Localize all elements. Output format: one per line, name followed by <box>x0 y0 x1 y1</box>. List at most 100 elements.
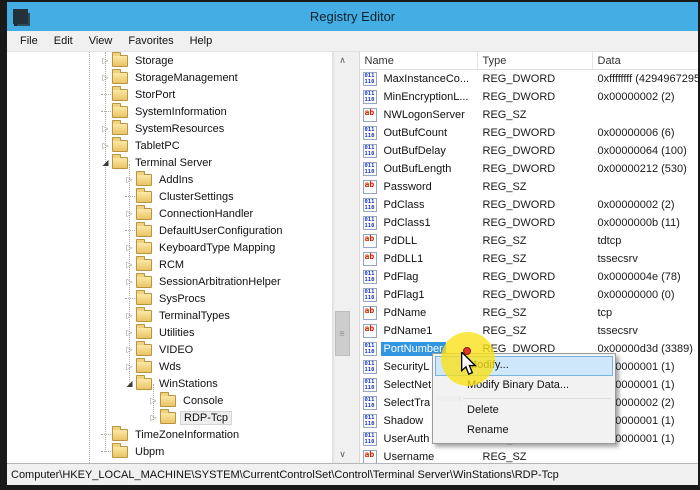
tree-vertical-scrollbar[interactable]: ∧ ∨ <box>333 52 351 463</box>
tree-item-defaultuserconfiguration[interactable]: DefaultUserConfiguration <box>7 222 332 239</box>
reg-sz-icon <box>363 108 377 122</box>
expand-arrow-icon[interactable] <box>123 375 136 392</box>
value-row[interactable]: MinEncryptionL...REG_DWORD0x00000002 (2) <box>360 88 699 106</box>
reg-dword-icon <box>363 378 377 392</box>
collapse-arrow-icon[interactable] <box>123 205 136 222</box>
value-row[interactable]: PdClassREG_DWORD0x00000002 (2) <box>360 196 699 214</box>
value-row[interactable]: PdName1REG_SZtssecsrv <box>360 322 699 340</box>
tree-item-rcm[interactable]: RCM <box>7 256 332 273</box>
value-row[interactable]: UsernameREG_SZ <box>360 448 699 463</box>
folder-icon <box>136 310 152 322</box>
folder-icon <box>112 123 128 135</box>
value-row[interactable]: PdFlagREG_DWORD0x0000004e (78) <box>360 268 699 286</box>
tree-item-ubpm[interactable]: Ubpm <box>7 443 332 460</box>
tree-item-video[interactable]: VIDEO <box>7 341 332 358</box>
tree-item-addins[interactable]: AddIns <box>7 171 332 188</box>
tree-item-console[interactable]: Console <box>7 392 332 409</box>
value-row[interactable]: OutBufCountREG_DWORD0x00000006 (6) <box>360 124 699 142</box>
expand-arrow-icon[interactable] <box>99 154 112 171</box>
folder-icon <box>136 327 152 339</box>
folder-icon <box>136 174 152 186</box>
collapse-arrow-icon[interactable] <box>99 120 112 137</box>
reg-sz-icon <box>363 180 377 194</box>
folder-icon <box>160 395 176 407</box>
tree-item-storage[interactable]: Storage <box>7 52 332 69</box>
reg-dword-icon <box>363 126 377 140</box>
context-menu-item-delete[interactable]: Delete <box>435 401 613 421</box>
tree-item-terminal-server[interactable]: Terminal Server <box>7 154 332 171</box>
tree-item-systemresources[interactable]: SystemResources <box>7 120 332 137</box>
tree-item-timezoneinformation[interactable]: TimeZoneInformation <box>7 426 332 443</box>
menu-help[interactable]: Help <box>182 33 221 49</box>
collapse-arrow-icon[interactable] <box>99 69 112 86</box>
reg-dword-icon <box>363 288 377 302</box>
collapse-arrow-icon[interactable] <box>123 324 136 341</box>
folder-icon <box>136 276 152 288</box>
folder-icon <box>112 429 128 441</box>
context-menu-item-rename[interactable]: Rename <box>435 421 613 441</box>
folder-icon <box>112 89 128 101</box>
collapse-arrow-icon[interactable] <box>147 392 160 409</box>
title-bar: Registry Editor <box>7 2 698 31</box>
menu-view[interactable]: View <box>81 33 121 49</box>
pane-splitter[interactable] <box>351 52 359 463</box>
reg-dword-icon <box>363 72 377 86</box>
scroll-up-icon[interactable]: ∧ <box>334 52 352 69</box>
reg-dword-icon <box>363 360 377 374</box>
collapse-arrow-icon[interactable] <box>123 171 136 188</box>
collapse-arrow-icon[interactable] <box>123 358 136 375</box>
collapse-arrow-icon[interactable] <box>123 256 136 273</box>
value-row[interactable]: PdDLLREG_SZtdtcp <box>360 232 699 250</box>
collapse-arrow-icon[interactable] <box>123 341 136 358</box>
value-row[interactable]: PdNameREG_SZtcp <box>360 304 699 322</box>
tree-connector <box>123 188 136 205</box>
reg-sz-icon <box>363 234 377 248</box>
value-row[interactable]: PdClass1REG_DWORD0x0000000b (11) <box>360 214 699 232</box>
tree-connector <box>99 103 112 120</box>
value-row[interactable]: PdDLL1REG_SZtssecsrv <box>360 250 699 268</box>
tree-item-connectionhandler[interactable]: ConnectionHandler <box>7 205 332 222</box>
tree-connector <box>123 222 136 239</box>
column-header-data[interactable]: Data <box>593 52 699 69</box>
folder-icon <box>136 293 152 305</box>
window-title: Registry Editor <box>7 9 698 24</box>
tree-item-keyboardtype-mapping[interactable]: KeyboardType Mapping <box>7 239 332 256</box>
tree-item-rdp-tcp[interactable]: RDP-Tcp <box>7 409 332 426</box>
reg-dword-icon <box>363 90 377 104</box>
column-header-name[interactable]: Name <box>360 52 478 69</box>
tree-item-tabletpc[interactable]: TabletPC <box>7 137 332 154</box>
value-row[interactable]: PasswordREG_SZ <box>360 178 699 196</box>
scroll-down-icon[interactable]: ∨ <box>334 446 352 463</box>
tree-item-sessionarbitrationhelper[interactable]: SessionArbitrationHelper <box>7 273 332 290</box>
reg-dword-icon <box>363 342 377 356</box>
tree-item-systeminformation[interactable]: SystemInformation <box>7 103 332 120</box>
scrollbar-thumb[interactable] <box>335 311 350 356</box>
value-row[interactable]: MaxInstanceCo...REG_DWORD0xffffffff (429… <box>360 70 699 88</box>
collapse-arrow-icon[interactable] <box>99 52 112 69</box>
tree-item-sysprocs[interactable]: SysProcs <box>7 290 332 307</box>
menu-file[interactable]: File <box>12 33 46 49</box>
collapse-arrow-icon[interactable] <box>123 239 136 256</box>
folder-icon <box>160 412 176 424</box>
collapse-arrow-icon[interactable] <box>123 273 136 290</box>
collapse-arrow-icon[interactable] <box>147 409 160 426</box>
menu-edit[interactable]: Edit <box>46 33 81 49</box>
folder-icon <box>136 242 152 254</box>
menu-favorites[interactable]: Favorites <box>120 33 181 49</box>
tree-item-clustersettings[interactable]: ClusterSettings <box>7 188 332 205</box>
tree-item-winstations[interactable]: WinStations <box>7 375 332 392</box>
tree-item-utilities[interactable]: Utilities <box>7 324 332 341</box>
value-row[interactable]: NWLogonServerREG_SZ <box>360 106 699 124</box>
registry-tree-pane: Storage StorageManagement StorPort Syste… <box>7 52 333 463</box>
collapse-arrow-icon[interactable] <box>123 307 136 324</box>
reg-dword-icon <box>363 396 377 410</box>
value-row[interactable]: OutBufLengthREG_DWORD0x00000212 (530) <box>360 160 699 178</box>
value-row[interactable]: OutBufDelayREG_DWORD0x00000064 (100) <box>360 142 699 160</box>
tree-item-terminaltypes[interactable]: TerminalTypes <box>7 307 332 324</box>
tree-item-storport[interactable]: StorPort <box>7 86 332 103</box>
value-row[interactable]: PdFlag1REG_DWORD0x00000000 (0) <box>360 286 699 304</box>
collapse-arrow-icon[interactable] <box>99 137 112 154</box>
tree-item-storagemanagement[interactable]: StorageManagement <box>7 69 332 86</box>
column-header-type[interactable]: Type <box>478 52 593 69</box>
tree-item-wds[interactable]: Wds <box>7 358 332 375</box>
